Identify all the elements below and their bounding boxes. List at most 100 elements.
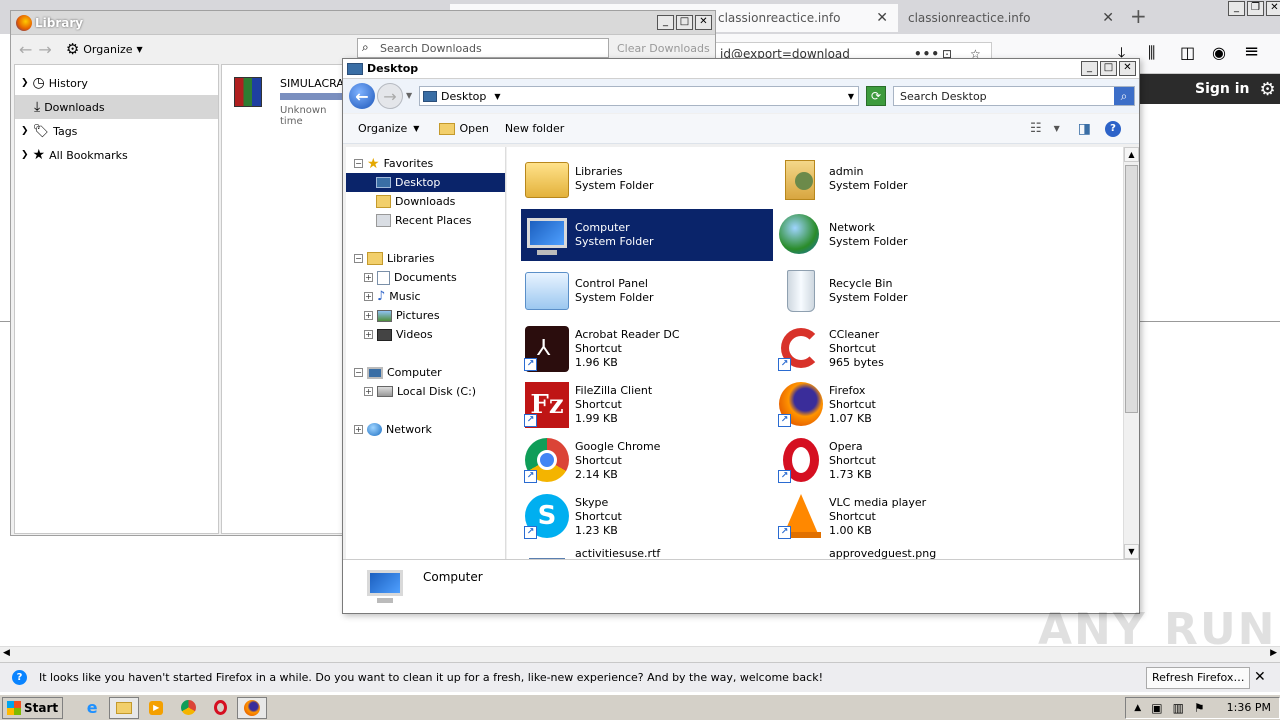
scroll-left-icon[interactable]: ◀ [3,648,10,658]
close-icon[interactable]: ✕ [1119,61,1136,76]
maximize-icon[interactable]: □ [1100,61,1117,76]
close-tab-icon[interactable]: ✕ [1102,10,1114,26]
forward-arrow-icon[interactable]: → [377,83,403,109]
list-item-computer[interactable]: Computer System Folder [521,209,773,261]
tree-pictures[interactable]: + Pictures [346,306,505,325]
list-item-admin[interactable]: admin System Folder [775,153,1027,205]
restore-icon[interactable]: ❐ [1247,1,1264,16]
tree-local-disk[interactable]: + Local Disk (C:) [346,382,505,401]
account-icon[interactable]: ◉ [1212,43,1226,62]
expand-icon[interactable]: + [354,425,363,434]
list-item-control-panel[interactable]: Control Panel System Folder [521,265,773,317]
tree-downloads[interactable]: Downloads [346,192,505,211]
tree-favorites[interactable]: − ★ Favorites [346,154,505,173]
scrollbar-thumb[interactable] [1125,165,1138,413]
address-history-chevron-icon[interactable]: ▼ [848,92,854,101]
tray-expand-icon[interactable]: ▲ [1134,703,1141,713]
list-item-libraries[interactable]: Libraries System Folder [521,153,773,205]
sidebar-item-history[interactable]: ❯ ◷ History [15,71,218,95]
organize-button[interactable]: Organize ▼ [358,122,419,135]
firefox-tab[interactable]: classionreactice.info ✕ [898,4,1124,32]
start-button[interactable]: Start [2,696,64,719]
list-item-firefox[interactable]: ↗ Firefox Shortcut 1.07 KB [775,377,1027,433]
tree-videos[interactable]: + Videos [346,325,505,344]
expand-icon[interactable]: + [364,292,373,301]
expand-icon[interactable]: + [364,330,373,339]
library-icon[interactable]: ⫼ [1148,43,1155,63]
taskbar-clock[interactable]: 1:36 PM [1227,701,1271,714]
close-icon[interactable]: ✕ [1254,669,1266,685]
list-item-ccleaner[interactable]: ↗ CCleaner Shortcut 965 bytes [775,321,1027,377]
list-item-skype[interactable]: S ↗ Skype Shortcut 1.23 KB [521,489,773,545]
scroll-right-icon[interactable]: ▶ [1270,648,1277,658]
settings-gear-icon[interactable]: ⚙ [1260,79,1276,100]
expand-icon[interactable]: + [364,387,373,396]
tree-recent-places[interactable]: Recent Places [346,211,505,230]
list-item-recycle-bin[interactable]: Recycle Bin System Folder [775,265,1027,317]
back-arrow-icon[interactable]: ← [19,40,32,59]
sidebar-icon[interactable]: ◫ [1180,43,1195,62]
minimize-icon[interactable]: _ [1081,61,1098,76]
refresh-icon[interactable]: ⟳ [866,86,886,106]
network-tray-icon[interactable]: ▥ [1173,701,1184,715]
sidebar-item-tags[interactable]: ❯ 🏷 Tags [15,119,218,143]
refresh-firefox-button[interactable]: Refresh Firefox… [1146,667,1251,689]
change-view-icon[interactable]: ☷ [1030,121,1042,136]
list-item-approvedguest[interactable]: approvedguest.png [775,545,1027,559]
minimize-icon[interactable]: _ [657,15,674,30]
horizontal-scrollbar[interactable]: ◀ ▶ [0,646,1280,662]
preview-pane-icon[interactable]: ◨ [1078,121,1091,137]
list-item-filezilla[interactable]: Fz ↗ FileZilla Client Shortcut 1.99 KB [521,377,773,433]
minimize-icon[interactable]: _ [1228,1,1245,16]
list-item-activitiesuse[interactable]: activitiesuse.rtf [521,545,773,559]
close-icon[interactable]: ✕ [695,15,712,30]
taskbar-firefox[interactable] [237,696,268,719]
new-tab-icon[interactable]: + [1130,4,1147,28]
list-item-opera[interactable]: ↗ Opera Shortcut 1.73 KB [775,433,1027,489]
action-center-icon[interactable]: ▣ [1151,701,1162,715]
tree-libraries[interactable]: − Libraries [346,249,505,268]
download-filename[interactable]: SIMULACRA.r [280,77,352,90]
tree-music[interactable]: + ♪ Music [346,287,505,306]
help-icon[interactable]: ? [1105,120,1121,137]
flag-icon[interactable]: ⚑ [1194,701,1205,715]
tree-desktop[interactable]: Desktop [346,173,505,192]
vertical-scrollbar[interactable]: ▲ ▼ [1123,147,1139,559]
search-downloads-input[interactable]: ⌕ Search Downloads [357,38,609,58]
chevron-down-icon[interactable]: ▼ [494,92,500,101]
search-icon[interactable]: ⌕ [1114,87,1134,105]
list-item-network[interactable]: Network System Folder [775,209,1027,261]
search-desktop-input[interactable]: Search Desktop ⌕ [893,86,1135,106]
menu-icon[interactable]: ≡ [1244,41,1259,62]
collapse-icon[interactable]: − [354,368,363,377]
view-options-chevron-icon[interactable]: ▼ [1054,124,1060,133]
clear-downloads-button[interactable]: Clear Downloads [617,42,710,55]
close-icon[interactable]: ✕ [1266,1,1280,16]
recent-pages-chevron-icon[interactable]: ▼ [406,91,412,100]
organize-button[interactable]: ⚙ Organize ▼ [66,40,143,58]
back-arrow-icon[interactable]: ← [349,83,375,109]
open-button[interactable]: Open [439,122,489,135]
tree-documents[interactable]: + Documents [346,268,505,287]
taskbar-ie[interactable]: e [77,697,107,719]
sidebar-item-all-bookmarks[interactable]: ❯ ★ All Bookmarks [15,143,218,167]
tree-network[interactable]: + Network [346,420,505,439]
taskbar-media-player[interactable]: ▶ [141,697,171,719]
sign-in-link[interactable]: Sign in [1195,81,1250,97]
expand-icon[interactable]: + [364,311,373,320]
list-item-acrobat[interactable]: ⅄ ↗ Acrobat Reader DC Shortcut 1.96 KB [521,321,773,377]
list-item-google-chrome[interactable]: ↗ Google Chrome Shortcut 2.14 KB [521,433,773,489]
collapse-icon[interactable]: − [354,159,363,168]
scroll-down-icon[interactable]: ▼ [1124,544,1139,559]
new-folder-button[interactable]: New folder [505,122,564,135]
taskbar-chrome[interactable] [173,697,203,719]
sidebar-item-downloads[interactable]: ⤓ Downloads [15,95,218,119]
tree-computer[interactable]: − Computer [346,363,505,382]
collapse-icon[interactable]: − [354,254,363,263]
taskbar-explorer[interactable] [109,696,140,719]
address-breadcrumb[interactable]: Desktop ▼ ▼ [419,86,859,106]
taskbar-opera[interactable] [205,697,235,719]
maximize-icon[interactable]: □ [676,15,693,30]
expand-icon[interactable]: + [364,273,373,282]
close-tab-icon[interactable]: ✕ [876,10,888,26]
